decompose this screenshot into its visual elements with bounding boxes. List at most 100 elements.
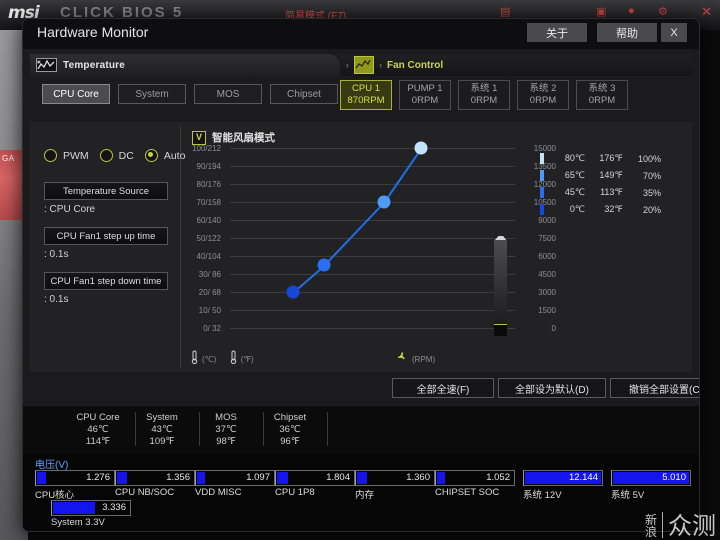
- voltage-gauge: 1.276: [35, 470, 115, 486]
- voltage-label: 内存: [355, 490, 375, 501]
- fan-tab-sys1[interactable]: 系统 1 0RPM: [458, 80, 510, 110]
- y-tick-right: 0: [551, 324, 556, 333]
- watermark-line2: 浪: [644, 525, 657, 539]
- rpm-unit-group: (RPM): [395, 350, 435, 368]
- fahrenheit-unit-group[interactable]: (℉): [229, 350, 254, 369]
- close-button[interactable]: X: [661, 23, 687, 42]
- bios-alert-icon[interactable]: ●: [628, 5, 635, 17]
- temp-celsius: 36℃: [279, 424, 301, 435]
- fan-tabs: CPU 1 870RPM PUMP 1 0RPM 系统 1 0RPM 系统 2 …: [340, 80, 628, 110]
- fan-graph-icon: [354, 56, 374, 74]
- voltage-item-5: 1.360 内存: [355, 470, 435, 501]
- fan-control-section[interactable]: ‹ › Fan Control: [340, 54, 692, 76]
- tab-system[interactable]: System: [118, 84, 186, 104]
- radio-pwm[interactable]: [44, 149, 57, 162]
- temperature-section[interactable]: ▣ Temperature: [30, 54, 340, 76]
- radio-pwm-label: PWM: [63, 149, 89, 162]
- legend-percent: 70%: [642, 170, 661, 181]
- legend-percent: 35%: [642, 187, 661, 198]
- fan-tab-label: 系统 3: [588, 83, 616, 94]
- step-up-time-button[interactable]: CPU Fan1 step up time: [44, 227, 168, 245]
- watermark-big: 众测: [668, 512, 716, 540]
- y-tick-right: 4500: [538, 270, 556, 279]
- bios-search-icon[interactable]: ▣: [596, 5, 606, 18]
- temp-name: System: [146, 412, 178, 423]
- gridline: [230, 220, 515, 221]
- fan-tab-label: 系统 1: [470, 83, 498, 94]
- fan-curve-chart: V 智能风扇模式 100/212 90/194 80/176 70/158 60/140…: [190, 126, 688, 368]
- bios-language-icon[interactable]: ▤: [500, 5, 510, 18]
- radio-auto[interactable]: [144, 149, 158, 162]
- temperature-source-button[interactable]: Temperature Source: [44, 182, 168, 200]
- celsius-unit-group[interactable]: (℃): [190, 350, 216, 369]
- radio-dc[interactable]: [99, 149, 113, 162]
- voltage-gauge-fill: [357, 472, 367, 484]
- legend-celsius: 45℃: [564, 187, 585, 197]
- smart-fan-mode-label: 智能风扇模式: [212, 132, 275, 144]
- fan-tab-sys2[interactable]: 系统 2 0RPM: [517, 80, 569, 110]
- voltage-value: 1.356: [166, 472, 190, 483]
- curve-point-3[interactable]: [377, 195, 391, 209]
- voltage-label: VDD MISC: [195, 487, 242, 498]
- temp-summary-system: System 43℃ 109℉: [127, 412, 197, 448]
- voltage-gauge: 1.360: [355, 470, 435, 486]
- fan-control-body: PWM DC Auto Temperature Source : CPU Cor…: [30, 122, 692, 372]
- gridline: [230, 292, 515, 293]
- bios-ga-badge: GA: [2, 154, 15, 163]
- y-tick-right: 6000: [538, 252, 556, 261]
- voltage-gauge: 1.097: [195, 470, 275, 486]
- all-full-speed-button[interactable]: 全部全速(F): [392, 378, 494, 398]
- chart-legend: 80℃ 176℉ 100% 65℃ 149℉ 70% 45℃ 113℉ 35% 0℃ 32℉ 20%: [540, 150, 662, 218]
- tab-cpu-core[interactable]: CPU Core: [42, 84, 110, 104]
- cancel-all-settings-button[interactable]: 撤销全部设置(C): [610, 378, 699, 398]
- gridline: [230, 238, 515, 239]
- chevron-left-icon[interactable]: ‹: [346, 60, 349, 70]
- temp-summary-cpu-core: CPU Core 46℃ 114℉: [63, 412, 133, 448]
- voltage-label: 系统 5V: [611, 490, 645, 501]
- voltage-value: 3.336: [102, 502, 126, 513]
- voltage-label: CPU NB/SOC: [115, 487, 175, 498]
- fan-tab-rpm: 0RPM: [470, 95, 498, 106]
- gridline: [230, 310, 515, 311]
- fan-tab-cpu1[interactable]: CPU 1 870RPM: [340, 80, 392, 110]
- smart-fan-mode-checkbox[interactable]: V: [192, 130, 206, 145]
- curve-point-4[interactable]: [414, 141, 428, 155]
- legend-swatch: [540, 170, 544, 181]
- fan-tab-sys3[interactable]: 系统 3 0RPM: [576, 80, 628, 110]
- all-default-button[interactable]: 全部设为默认(D): [498, 378, 606, 398]
- gridline: [230, 166, 515, 167]
- voltage-gauge: 1.804: [275, 470, 355, 486]
- legend-swatch: [540, 153, 544, 164]
- about-button[interactable]: 关于: [527, 23, 587, 42]
- tab-chipset[interactable]: Chipset: [270, 84, 338, 104]
- legend-percent: 100%: [637, 153, 661, 164]
- fan-tab-pump1[interactable]: PUMP 1 0RPM: [399, 80, 451, 110]
- chevron-right-icon[interactable]: ›: [379, 60, 382, 70]
- legend-celsius: 80℃: [564, 153, 585, 163]
- tab-strip: CPU Core System MOS Chipset CPU 1 870RPM…: [30, 80, 692, 112]
- voltage-gauge: 1.052: [435, 470, 515, 486]
- temp-celsius: 37℃: [215, 424, 237, 435]
- step-down-time-button[interactable]: CPU Fan1 step down time: [44, 272, 168, 290]
- voltage-value: 1.097: [246, 472, 270, 483]
- temp-celsius: 43℃: [151, 424, 173, 435]
- fan-tab-label: PUMP 1: [407, 83, 443, 94]
- help-button[interactable]: 帮助: [597, 23, 657, 42]
- radio-dc-label: DC: [118, 149, 134, 162]
- radio-auto-label: Auto: [163, 149, 186, 162]
- voltage-gauge-fill: [437, 472, 445, 484]
- fan-icon: [395, 350, 408, 368]
- bios-settings-icon[interactable]: ⚙: [658, 5, 668, 18]
- curve-point-2[interactable]: [317, 258, 331, 272]
- rpm-indicator-base: [494, 324, 507, 336]
- chart-gridlines: [230, 148, 515, 329]
- fan-tab-rpm: 0RPM: [411, 95, 439, 106]
- voltage-gauge: 5.010: [611, 470, 691, 486]
- action-button-bar: 全部全速(F) 全部设为默认(D) 撤销全部设置(C): [30, 378, 699, 400]
- y-tick-left: 20/ 68: [198, 288, 221, 297]
- dialog-titlebar: Hardware Monitor 关于 帮助 X: [23, 19, 699, 49]
- voltage-gauge-fill: [197, 472, 205, 484]
- curve-point-1[interactable]: [286, 285, 300, 299]
- tab-mos[interactable]: MOS: [194, 84, 262, 104]
- bios-close-icon[interactable]: ✕: [701, 4, 712, 20]
